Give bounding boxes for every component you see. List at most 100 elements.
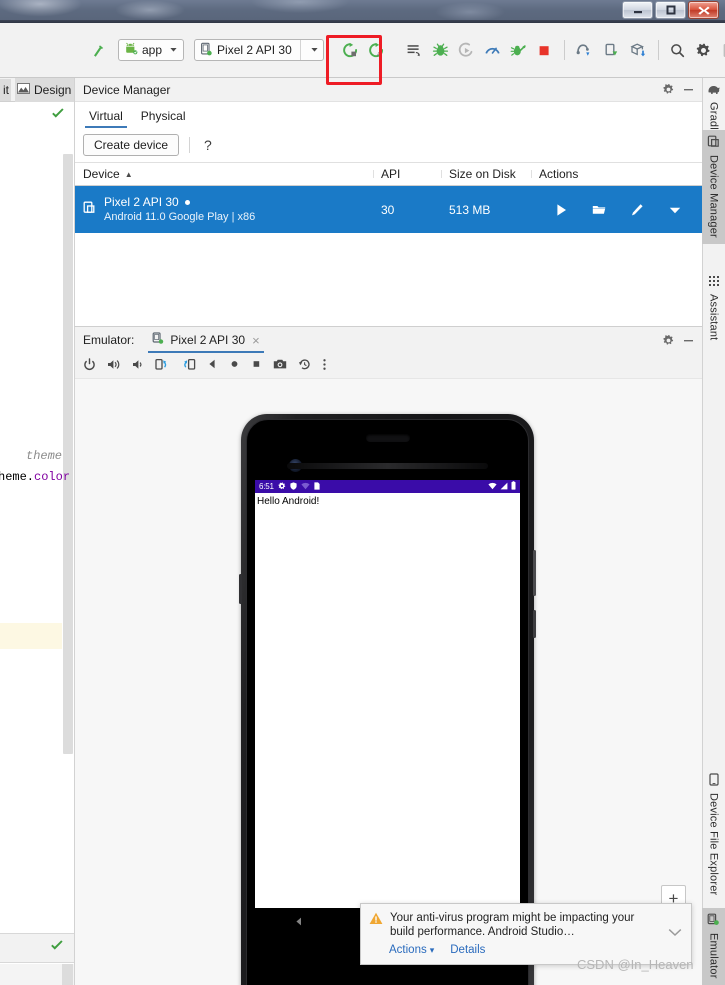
avd-manager-icon[interactable] xyxy=(571,42,598,59)
cell-api: 30 xyxy=(381,202,395,217)
open-folder-icon[interactable] xyxy=(591,202,607,218)
column-header-actions-label: Actions xyxy=(539,167,579,181)
history-icon[interactable] xyxy=(298,358,311,374)
settings-gear-icon[interactable] xyxy=(691,42,717,59)
chevron-down-icon[interactable] xyxy=(169,43,178,57)
back-icon[interactable] xyxy=(207,358,218,373)
close-button[interactable] xyxy=(688,1,719,19)
rail-tab-device-file-explorer-label: Device File Explorer xyxy=(707,793,720,896)
details-link[interactable]: Details xyxy=(450,944,485,956)
lower-panel-scrollbar[interactable] xyxy=(62,964,73,985)
signal-icon xyxy=(500,482,508,492)
rail-tab-device-manager[interactable]: Device Manager xyxy=(702,130,725,244)
status-bar-left-icons xyxy=(278,481,320,492)
search-icon[interactable] xyxy=(665,42,691,59)
editor-view-tabs: it Design xyxy=(0,78,74,102)
build-arrow-icon[interactable] xyxy=(88,42,110,59)
target-device-selector[interactable]: Pixel 2 API 30 xyxy=(194,39,324,61)
device-manager-icon[interactable] xyxy=(598,42,625,59)
emulator-stage[interactable]: 6:51 Hello Android! + xyxy=(75,380,702,985)
run-configuration-selector[interactable]: app xyxy=(118,39,185,61)
tab-code[interactable]: it xyxy=(0,78,11,101)
tab-physical[interactable]: Physical xyxy=(133,105,194,128)
minimize-button[interactable] xyxy=(622,1,653,19)
rail-tab-assistant-label: Assistant xyxy=(707,294,720,341)
actions-dropdown-button[interactable]: Actions ▾ xyxy=(389,944,434,956)
volume-up-icon[interactable] xyxy=(107,358,121,374)
table-row[interactable]: Pixel 2 API 30 Android 11.0 Google Play … xyxy=(75,186,702,233)
code-fragment-theme-color: heme.color xyxy=(0,470,70,484)
phone-top-speaker xyxy=(365,434,410,442)
minimize-icon[interactable] xyxy=(678,80,698,100)
assistant-grid-icon xyxy=(708,275,720,290)
device-screen[interactable]: 6:51 Hello Android! xyxy=(255,480,520,908)
chevron-down-icon: ▾ xyxy=(429,944,435,955)
green-check-icon xyxy=(50,940,64,955)
emulated-phone: 6:51 Hello Android! xyxy=(239,414,536,985)
target-device-label: Pixel 2 API 30 xyxy=(217,43,292,57)
phone-earpiece xyxy=(287,463,488,469)
close-icon[interactable]: × xyxy=(252,333,260,348)
apply-changes-and-restart-icon[interactable] xyxy=(338,42,364,59)
column-header-actions[interactable]: Actions xyxy=(531,167,702,181)
rail-tab-device-file-explorer[interactable]: Device File Explorer xyxy=(702,768,725,901)
stop-icon[interactable] xyxy=(532,42,558,59)
tab-design[interactable]: Design xyxy=(15,78,74,102)
sdk-manager-icon[interactable] xyxy=(625,42,652,59)
debug-app-icon[interactable] xyxy=(428,42,454,59)
attach-debugger-icon[interactable] xyxy=(506,42,532,59)
shield-icon xyxy=(290,481,297,492)
gear-icon[interactable] xyxy=(658,330,678,350)
toolbar-divider xyxy=(189,137,191,153)
run-with-coverage-icon[interactable] xyxy=(402,42,428,59)
emulator-device-tab[interactable]: Pixel 2 API 30 × xyxy=(148,327,264,353)
design-preview-icon xyxy=(17,82,30,97)
column-header-size-on-disk[interactable]: Size on Disk xyxy=(441,167,531,181)
rotate-left-icon[interactable] xyxy=(155,358,170,374)
profile-icon[interactable] xyxy=(480,42,506,59)
chevron-down-icon[interactable] xyxy=(310,43,319,57)
gear-icon[interactable] xyxy=(658,80,678,100)
phone-side-button xyxy=(239,574,242,604)
rail-tab-assistant[interactable]: Assistant xyxy=(702,270,725,346)
menu-dropdown-icon[interactable] xyxy=(667,202,683,218)
column-header-api[interactable]: API xyxy=(373,167,441,181)
combo-divider xyxy=(299,40,301,60)
code-fragment-theme: theme xyxy=(26,449,63,463)
apply-code-changes-icon[interactable]: A xyxy=(364,42,390,59)
column-header-device[interactable]: Device ▲ xyxy=(75,167,373,181)
help-button[interactable]: ? xyxy=(200,137,216,153)
wifi-off-icon xyxy=(301,482,310,492)
back-triangle-icon[interactable] xyxy=(294,916,304,930)
maximize-button[interactable] xyxy=(655,1,686,19)
more-options-icon[interactable] xyxy=(322,358,327,374)
emulator-label: Emulator: xyxy=(83,333,135,347)
volume-down-icon[interactable] xyxy=(132,358,144,374)
user-account-icon[interactable] xyxy=(717,42,725,59)
svg-text:A: A xyxy=(377,51,382,58)
chevron-down-icon[interactable] xyxy=(668,926,682,940)
code-prefix: heme. xyxy=(0,470,35,484)
device-manager-header: Device Manager xyxy=(75,78,702,102)
rail-tab-emulator[interactable]: Emulator xyxy=(702,908,725,985)
toolbar-divider xyxy=(563,40,565,60)
power-icon[interactable] xyxy=(83,357,96,374)
notification-body: Your anti-virus program might be impacti… xyxy=(361,904,691,939)
wifi-icon xyxy=(488,482,497,492)
notification-balloon: Your anti-virus program might be impacti… xyxy=(360,903,692,965)
edit-pencil-icon[interactable] xyxy=(629,202,645,218)
editor-scrollbar[interactable] xyxy=(63,154,73,754)
notification-links: Actions ▾ Details xyxy=(361,939,691,956)
minimize-icon[interactable] xyxy=(678,330,698,350)
actions-label: Actions xyxy=(389,944,427,956)
overview-icon[interactable] xyxy=(251,358,262,373)
create-device-button[interactable]: Create device xyxy=(83,134,180,156)
launch-icon[interactable] xyxy=(553,202,569,218)
editor-text-area[interactable] xyxy=(0,102,62,985)
emulator-header: Emulator: Pixel 2 API 30 × xyxy=(75,327,702,353)
screenshot-camera-icon[interactable] xyxy=(273,358,287,373)
rotate-right-icon[interactable] xyxy=(181,358,196,374)
tab-virtual[interactable]: Virtual xyxy=(81,105,131,128)
column-header-device-label: Device xyxy=(83,167,120,181)
home-icon[interactable] xyxy=(229,358,240,373)
